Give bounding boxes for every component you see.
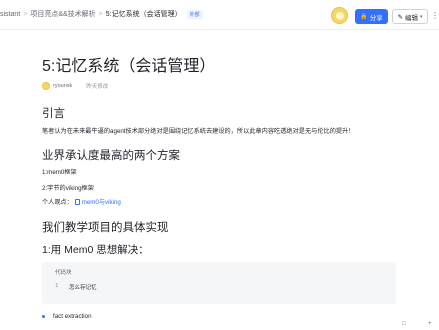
comment-icon[interactable]: □ (402, 321, 406, 327)
opinion-label: 个人观点： (42, 199, 73, 206)
more-icon[interactable]: ⋮ (431, 11, 439, 20)
breadcrumb-separator: > (23, 10, 28, 18)
share-button-label: 分享 (369, 14, 383, 22)
code-block[interactable]: 代码块 1 怎么存记忆 (42, 262, 396, 304)
modified-time: 昨天修改 (86, 84, 109, 90)
author-name[interactable]: ryounsk (53, 83, 72, 89)
doc-meta: ryounsk 昨天修改 (42, 81, 108, 91)
add-comment-icon[interactable]: + (428, 321, 432, 327)
list-item-text: fact extraction (53, 313, 92, 320)
pencil-icon: ✎ (397, 13, 403, 21)
intro-paragraph: 笔者认为在未来最牛逼的agent技术部分绝对是围绕记忆系统去建设的，所以此章内容… (42, 128, 355, 135)
doc-link[interactable]: mem0与viking (74, 199, 121, 206)
edit-button-label: 编辑 (404, 14, 418, 22)
breadcrumb-item-current[interactable]: 5:记忆系统（会话管理） (106, 9, 182, 19)
breadcrumb-separator: > (98, 10, 103, 18)
lock-icon: 🔒 (360, 14, 368, 20)
scheme-item-1: 1:mem0框架 (42, 169, 77, 176)
heading-schemes: 业界承认度最高的两个方案 (42, 150, 180, 162)
page-title: 5:记忆系统（会话管理） (42, 58, 216, 75)
breadcrumb-item-parent[interactable]: 项目亮点&&技术解析 (30, 9, 95, 19)
code-language-label: 代码块 (55, 270, 72, 276)
scheme-item-2: 2:字节的viking框架 (42, 185, 94, 192)
author-avatar[interactable] (42, 82, 50, 90)
document-icon (74, 199, 80, 205)
code-line-number: 1 (55, 283, 59, 289)
code-line: 怎么存记忆 (69, 285, 97, 291)
bullet-dot (42, 315, 45, 318)
top-bar: sistant > 项目亮点&&技术解析 > 5:记忆系统（会话管理） 外部 🔒… (0, 0, 439, 30)
breadcrumb-item-workspace[interactable]: sistant (0, 11, 20, 18)
heading-intro: 引言 (42, 108, 65, 120)
share-button[interactable]: 🔒 分享 (355, 9, 388, 24)
external-badge: 外部 (186, 9, 203, 19)
heading-mem0: 1:用 Mem0 思想解决： (42, 244, 149, 256)
breadcrumb: sistant > 项目亮点&&技术解析 > 5:记忆系统（会话管理） 外部 (0, 9, 203, 19)
heading-implementation: 我们教学项目的具体实现 (42, 222, 169, 234)
edit-mode-button[interactable]: ✎ 编辑 ▾ (392, 9, 428, 24)
list-item: fact extraction (42, 313, 92, 320)
chevron-down-icon: ▾ (419, 13, 423, 20)
opinion-line: 个人观点： mem0与viking (42, 197, 121, 206)
user-avatar[interactable] (331, 7, 348, 24)
doc-link-text: mem0与viking (81, 199, 121, 206)
